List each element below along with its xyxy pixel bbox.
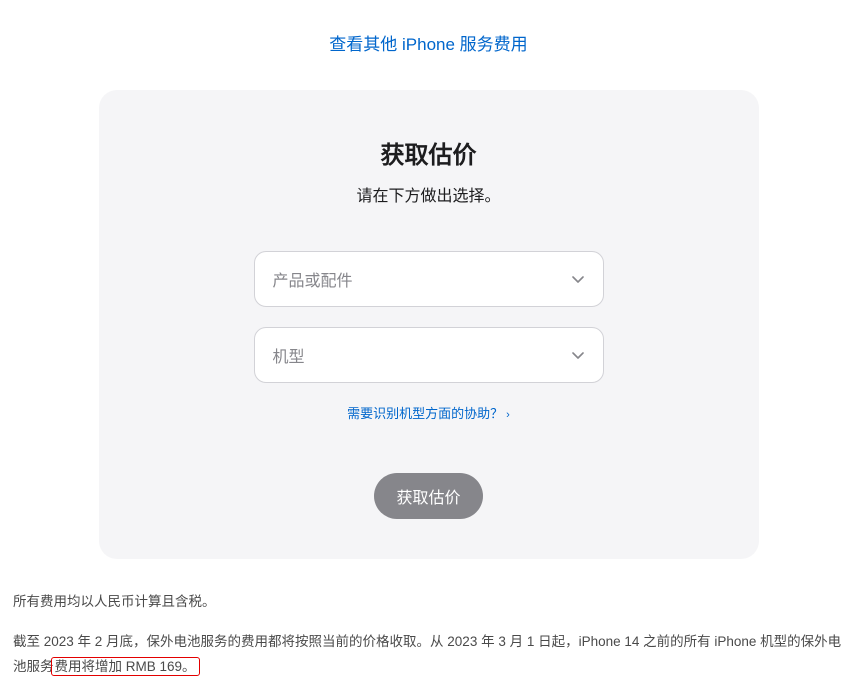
- model-select[interactable]: 机型: [254, 327, 604, 383]
- footer-text: 所有费用均以人民币计算且含税。 截至 2023 年 2 月底，保外电池服务的费用…: [0, 589, 857, 680]
- chevron-right-icon: ›: [506, 409, 510, 421]
- top-link-container: 查看其他 iPhone 服务费用: [0, 0, 857, 75]
- card-subtitle: 请在下方做出选择。: [139, 182, 719, 206]
- identify-model-help-link[interactable]: 需要识别机型方面的协助？›: [347, 406, 510, 421]
- get-estimate-button[interactable]: 获取估价: [374, 473, 482, 519]
- footer-line-1: 所有费用均以人民币计算且含税。: [13, 589, 844, 615]
- select-group: 产品或配件 机型: [254, 251, 604, 383]
- chevron-down-icon: [571, 348, 585, 362]
- price-increase-highlight: 费用将增加 RMB 169。: [51, 657, 200, 676]
- help-link-label: 需要识别机型方面的协助？: [347, 406, 503, 421]
- estimate-card: 获取估价 请在下方做出选择。 产品或配件 机型 需要识别机型方面的协助？› 获取…: [99, 90, 759, 559]
- chevron-down-icon: [571, 272, 585, 286]
- footer-line-2: 截至 2023 年 2 月底，保外电池服务的费用都将按照当前的价格收取。从 20…: [13, 629, 844, 680]
- product-select[interactable]: 产品或配件: [254, 251, 604, 307]
- card-title: 获取估价: [139, 135, 719, 170]
- product-select-label: 产品或配件: [273, 267, 571, 291]
- help-link-container: 需要识别机型方面的协助？›: [139, 403, 719, 423]
- other-services-link[interactable]: 查看其他 iPhone 服务费用: [329, 35, 527, 54]
- model-select-label: 机型: [273, 343, 571, 367]
